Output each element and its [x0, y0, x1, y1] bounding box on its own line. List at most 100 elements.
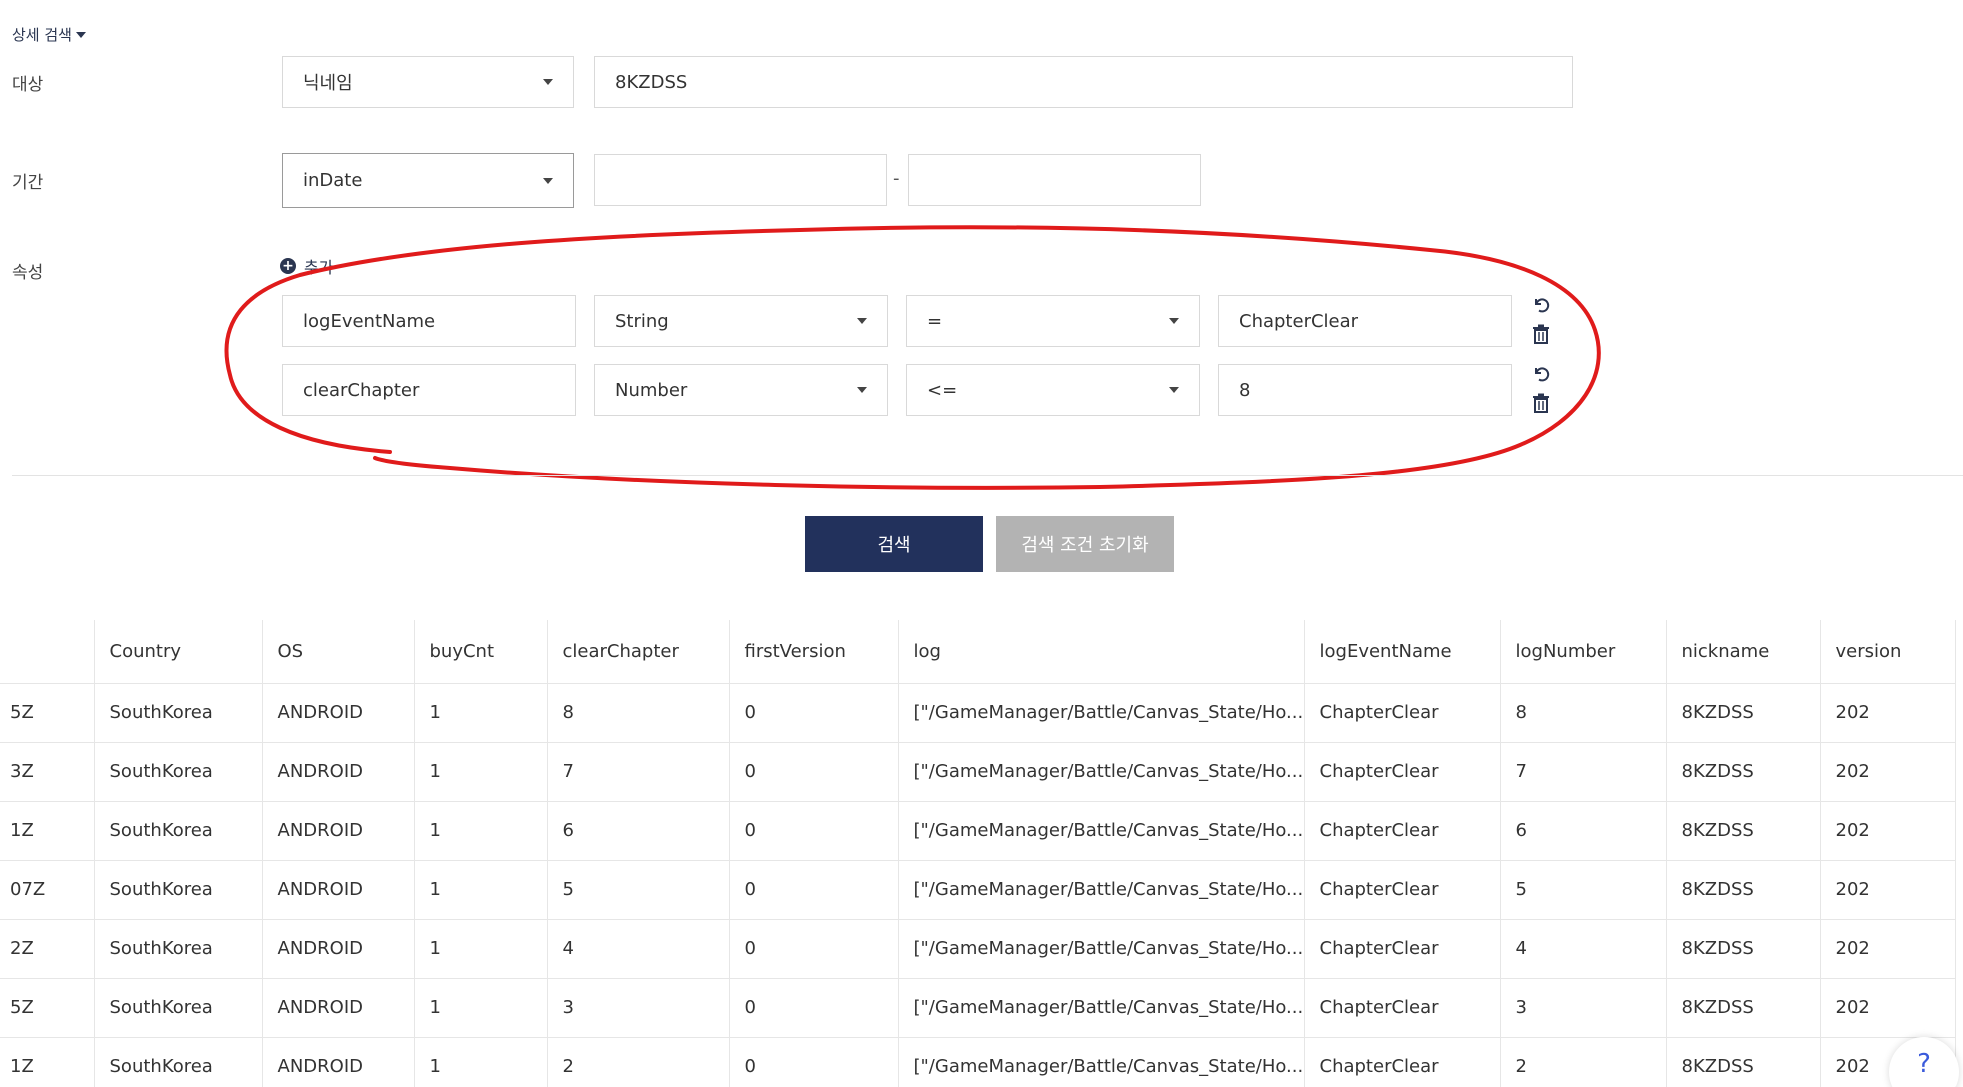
table-cell: ["/GameManager/Battle/Canvas_State/Ho...	[898, 978, 1305, 1038]
caret-down-icon	[75, 31, 86, 38]
attr-name-input[interactable]: clearChapter	[282, 364, 576, 416]
table-cell: SouthKorea	[94, 683, 263, 743]
table-cell: SouthKorea	[94, 919, 263, 979]
attr-type-select[interactable]: String	[594, 295, 888, 347]
trash-icon[interactable]	[1530, 392, 1552, 414]
column-header[interactable]: nickname	[1666, 620, 1821, 684]
table-cell: 6	[1500, 801, 1667, 861]
table-cell: 4	[1500, 919, 1667, 979]
undo-icon[interactable]	[1530, 294, 1552, 316]
table-cell: 5	[547, 860, 730, 920]
table-cell: 202	[1820, 742, 1956, 802]
table-cell: 7	[1500, 742, 1667, 802]
attr-name-input[interactable]: logEventName	[282, 295, 576, 347]
table-cell: ANDROID	[262, 978, 415, 1038]
table-cell: ANDROID	[262, 1037, 415, 1087]
target-label: 대상	[12, 75, 44, 95]
chevron-down-icon	[1169, 318, 1179, 324]
table-cell: SouthKorea	[94, 1037, 263, 1087]
table-cell: ChapterClear	[1304, 801, 1501, 861]
column-header[interactable]: clearChapter	[547, 620, 730, 684]
table-row[interactable]: 5Z SouthKorea ANDROID 1 3 0 ["/GameManager/Bat…	[0, 978, 1956, 1038]
column-header[interactable]: firstVersion	[729, 620, 899, 684]
detail-search-label: 상세 검색	[12, 26, 72, 44]
search-button-label: 검색	[877, 535, 911, 556]
table-cell: ChapterClear	[1304, 1037, 1501, 1087]
attr-type-value: String	[615, 310, 669, 332]
table-cell: ChapterClear	[1304, 978, 1501, 1038]
table-cell: 8	[1500, 683, 1667, 743]
results-table: Country OS buyCnt clearChapter firstVers…	[0, 620, 1956, 1087]
reset-button[interactable]: 검색 조건 초기화	[996, 516, 1174, 572]
table-cell: 0	[729, 860, 899, 920]
table-cell: ANDROID	[262, 919, 415, 979]
table-cell: 202	[1820, 978, 1956, 1038]
period-from-input[interactable]	[594, 154, 887, 206]
table-cell: 5Z	[0, 978, 95, 1038]
attribute-label: 속성	[12, 263, 44, 283]
table-cell: ["/GameManager/Battle/Canvas_State/Ho...	[898, 742, 1305, 802]
table-row[interactable]: 3Z SouthKorea ANDROID 1 7 0 ["/GameManager/Bat…	[0, 742, 1956, 802]
table-cell: 07Z	[0, 860, 95, 920]
table-cell: SouthKorea	[94, 801, 263, 861]
table-cell: 0	[729, 742, 899, 802]
table-cell: 7	[547, 742, 730, 802]
table-cell: 202	[1820, 919, 1956, 979]
add-attribute-button[interactable]: + 추가	[280, 254, 333, 278]
table-row[interactable]: 07Z SouthKorea ANDROID 1 5 0 ["/GameManager/Ba…	[0, 860, 1956, 920]
table-cell: 2Z	[0, 919, 95, 979]
table-cell: 1Z	[0, 801, 95, 861]
table-cell: ChapterClear	[1304, 919, 1501, 979]
table-row[interactable]: 5Z SouthKorea ANDROID 1 8 0 ["/GameManager/Bat…	[0, 683, 1956, 743]
table-cell: 0	[729, 1037, 899, 1087]
table-cell: 1	[414, 919, 548, 979]
reset-button-label: 검색 조건 초기화	[1021, 535, 1149, 556]
attr-type-select[interactable]: Number	[594, 364, 888, 416]
detail-search-toggle[interactable]: 상세 검색	[12, 24, 86, 45]
table-row[interactable]: 2Z SouthKorea ANDROID 1 4 0 ["/GameManager/Bat…	[0, 919, 1956, 979]
attr-name-value: logEventName	[303, 310, 436, 332]
table-cell: ANDROID	[262, 742, 415, 802]
column-header[interactable]: logEventName	[1304, 620, 1501, 684]
table-cell: ChapterClear	[1304, 683, 1501, 743]
attr-name-value: clearChapter	[303, 379, 420, 401]
column-header[interactable]: log	[898, 620, 1305, 684]
undo-icon[interactable]	[1530, 363, 1552, 385]
search-button[interactable]: 검색	[805, 516, 983, 572]
table-cell: 5	[1500, 860, 1667, 920]
column-header[interactable]: OS	[262, 620, 415, 684]
table-cell: 8	[547, 683, 730, 743]
table-cell: 0	[729, 919, 899, 979]
target-input[interactable]: 8KZDSS	[594, 56, 1573, 108]
column-header[interactable]: logNumber	[1500, 620, 1667, 684]
column-header[interactable]: buyCnt	[414, 620, 548, 684]
table-cell: 8KZDSS	[1666, 683, 1821, 743]
column-header[interactable]: Country	[94, 620, 263, 684]
table-cell: SouthKorea	[94, 978, 263, 1038]
table-cell: 1	[414, 978, 548, 1038]
table-header-row: Country OS buyCnt clearChapter firstVers…	[0, 620, 1956, 684]
period-select[interactable]: inDate	[282, 153, 574, 208]
period-to-input[interactable]	[908, 154, 1201, 206]
table-cell: 0	[729, 801, 899, 861]
attr-op-select[interactable]: <=	[906, 364, 1200, 416]
table-cell: 2	[1500, 1037, 1667, 1087]
table-row[interactable]: 1Z SouthKorea ANDROID 1 2 0 ["/GameManager/Bat…	[0, 1037, 1956, 1087]
help-icon: ?	[1917, 1049, 1931, 1079]
attr-value-value: ChapterClear	[1239, 310, 1359, 332]
attr-op-select[interactable]: =	[906, 295, 1200, 347]
column-header[interactable]	[0, 620, 95, 684]
table-cell: ChapterClear	[1304, 860, 1501, 920]
attr-value-input[interactable]: ChapterClear	[1218, 295, 1512, 347]
trash-icon[interactable]	[1530, 323, 1552, 345]
table-cell: 202	[1820, 860, 1956, 920]
attr-value-input[interactable]: 8	[1218, 364, 1512, 416]
chevron-down-icon	[857, 318, 867, 324]
target-input-value: 8KZDSS	[615, 71, 688, 93]
column-header[interactable]: version	[1820, 620, 1956, 684]
target-select[interactable]: 닉네임	[282, 56, 574, 108]
table-row[interactable]: 1Z SouthKorea ANDROID 1 6 0 ["/GameManager/Bat…	[0, 801, 1956, 861]
period-select-value: inDate	[303, 170, 363, 191]
attr-op-value: =	[927, 310, 943, 332]
table-cell: ANDROID	[262, 860, 415, 920]
